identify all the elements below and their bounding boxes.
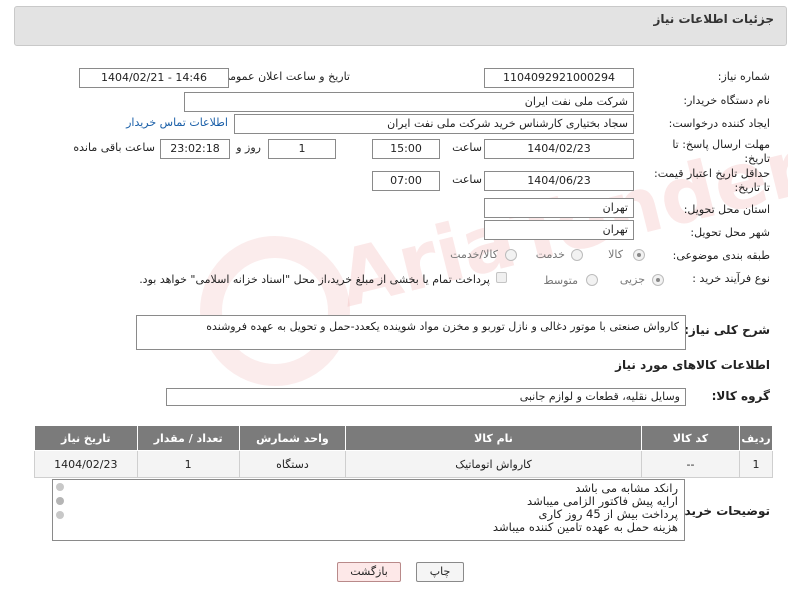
category-label: طبقه بندی موضوعی:: [672, 249, 770, 262]
goods-group-label: گروه کالا:: [711, 389, 770, 403]
category-radio-service[interactable]: [571, 249, 583, 261]
cell-quantity: 1: [136, 450, 240, 478]
cell-row-number: 1: [739, 450, 773, 478]
description-label: شرح کلی نیاز:: [684, 323, 770, 337]
time-remaining-label: ساعت باقی مانده: [73, 141, 155, 154]
deadline-time-label: ساعت: [452, 141, 482, 154]
validity-label: حداقل تاریخ اعتبار قیمت:: [654, 167, 770, 180]
notes-scrollbar[interactable]: [56, 483, 66, 537]
validity-time-label: ساعت: [452, 173, 482, 186]
category-radio-goods-service[interactable]: [505, 249, 517, 261]
category-option-goods-service: کالا/خدمت: [450, 248, 498, 261]
cell-unit: دستگاه: [238, 450, 347, 478]
province-field: تهران: [484, 198, 634, 218]
city-field: تهران: [484, 220, 634, 240]
announce-date-label: تاریخ و ساعت اعلان عمومی:: [217, 70, 350, 83]
announce-date-field: 1404/02/21 - 14:46: [79, 68, 229, 88]
back-button[interactable]: بازگشت: [337, 562, 401, 582]
process-option-medium: متوسط: [543, 274, 578, 287]
days-label: روز و: [236, 141, 261, 154]
treasury-payment-note: پرداخت تمام یا بخشی از مبلغ خرید،از محل …: [139, 273, 490, 286]
category-radio-goods[interactable]: [633, 249, 645, 261]
city-label: شهر محل تحویل:: [690, 226, 770, 239]
deadline-date-field: 1404/02/23: [484, 139, 634, 159]
need-number-label: شماره نیاز:: [717, 70, 770, 83]
scroll-dot-icon: [56, 511, 64, 519]
need-number-field: 1104092921000294: [484, 68, 634, 88]
column-header-need-date: تاریخ نیاز: [34, 425, 138, 451]
column-header-code: کد کالا: [640, 425, 741, 451]
validity-time-field: 07:00: [372, 171, 440, 191]
table-row: 1 -- کارواش اتوماتیک دستگاه 1 1404/02/23: [34, 450, 773, 478]
deadline-time-field: 15:00: [372, 139, 440, 159]
goods-group-field: وسایل نقلیه، قطعات و لوازم جانبی: [166, 388, 686, 406]
column-header-row-number: ردیف: [739, 425, 773, 451]
buyer-notes-line: هزینه حمل به عهده تامین کننده میباشد: [492, 520, 678, 534]
print-button[interactable]: چاپ: [416, 562, 464, 582]
buyer-org-label: نام دستگاه خریدار:: [683, 94, 770, 107]
table-header-row: ردیف کد کالا نام کالا واحد شمارش تعداد /…: [34, 425, 773, 451]
buyer-contact-link[interactable]: اطلاعات تماس خریدار: [126, 116, 228, 129]
category-option-service: خدمت: [535, 248, 565, 261]
column-header-name: نام کالا: [345, 425, 642, 451]
deadline-label-2: تاریخ:: [744, 152, 770, 165]
cell-name: کارواش اتوماتیک: [345, 450, 642, 478]
process-radio-medium[interactable]: [586, 274, 598, 286]
validity-label-2: تا تاریخ:: [734, 181, 770, 194]
buyer-org-field: شرکت ملی نفت ایران: [184, 92, 634, 112]
column-header-unit: واحد شمارش: [238, 425, 347, 451]
watermark-logo: [200, 236, 350, 386]
cell-need-date: 1404/02/23: [34, 450, 138, 478]
treasury-payment-checkbox[interactable]: [496, 272, 507, 283]
days-remaining-field: 1: [268, 139, 336, 159]
category-option-goods: کالا: [608, 248, 623, 261]
buyer-notes-textarea[interactable]: رانکد مشابه می باشد ارایه پیش فاکتور الز…: [52, 479, 685, 541]
process-radio-minor[interactable]: [652, 274, 664, 286]
requester-label: ایجاد کننده درخواست:: [668, 117, 770, 130]
validity-date-field: 1404/06/23: [484, 171, 634, 191]
description-text: کارواش صنعتی با موتور دغالی و نازل توربو…: [206, 320, 679, 333]
process-option-minor: جزیی: [619, 273, 645, 286]
time-remaining-field: 23:02:18: [160, 139, 230, 159]
deadline-label: مهلت ارسال پاسخ: تا: [672, 138, 770, 151]
province-label: استان محل تحویل:: [683, 203, 770, 216]
scroll-dot-icon: [56, 497, 64, 505]
goods-table: ردیف کد کالا نام کالا واحد شمارش تعداد /…: [34, 425, 773, 478]
description-textarea[interactable]: کارواش صنعتی با موتور دغالی و نازل توربو…: [136, 315, 686, 350]
cell-code: --: [640, 450, 741, 478]
requester-field: سجاد بختیاری کارشناس خرید شرکت ملی نفت ا…: [234, 114, 634, 134]
process-type-label: نوع فرآیند خرید :: [692, 272, 770, 285]
scroll-dot-icon: [56, 483, 64, 491]
goods-section-title: اطلاعات کالاهای مورد نیاز: [615, 358, 770, 372]
page-title: جزئیات اطلاعات نیاز: [653, 12, 774, 26]
column-header-quantity: تعداد / مقدار: [136, 425, 240, 451]
